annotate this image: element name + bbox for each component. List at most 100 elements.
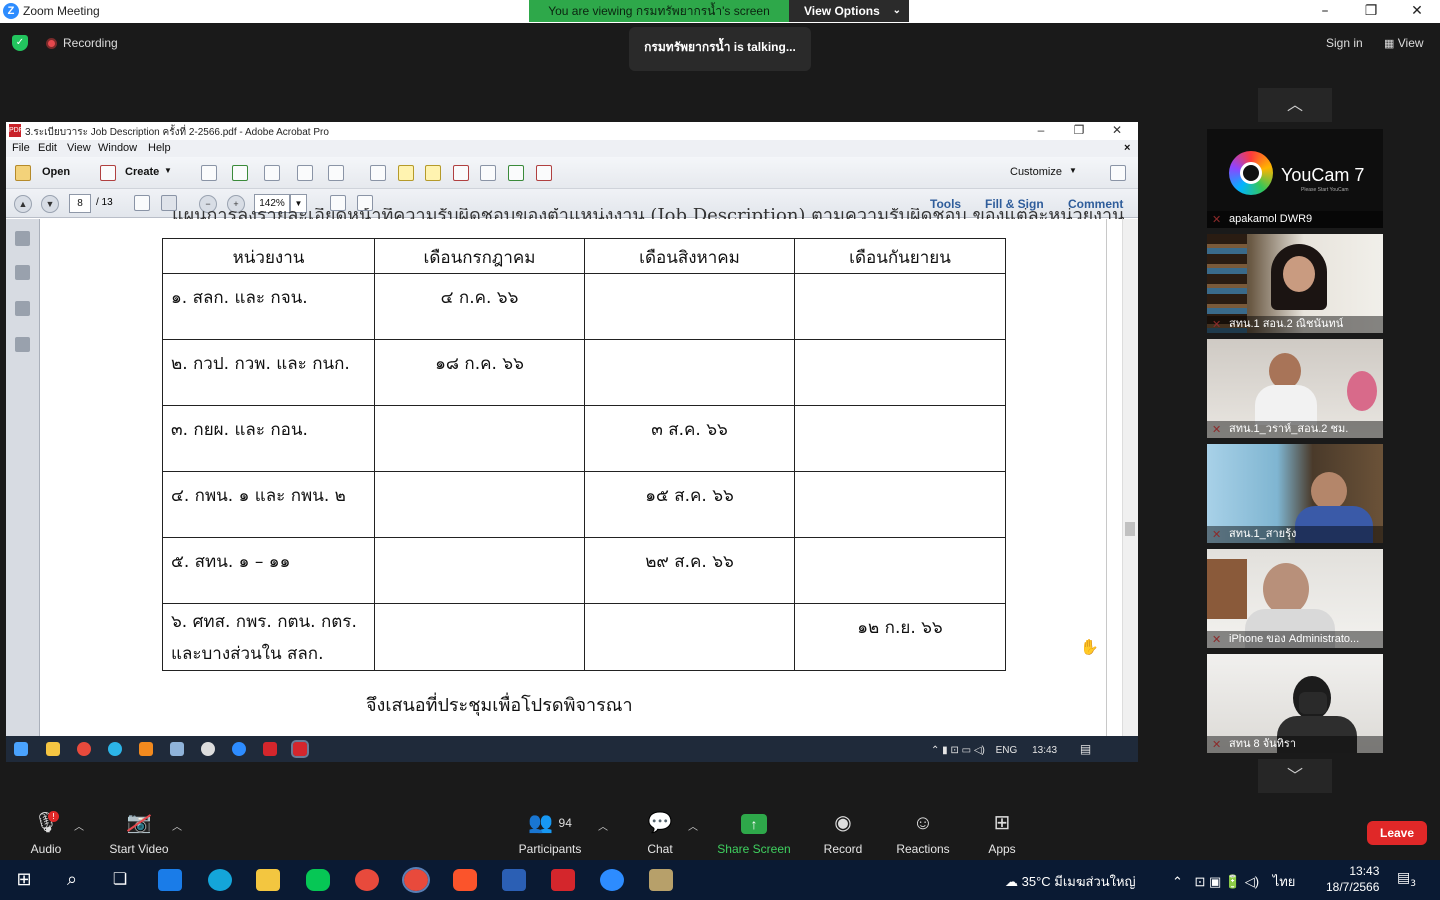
upload-cloud-icon[interactable] [232,165,248,181]
store-icon[interactable] [158,869,182,891]
app-icon[interactable] [170,742,184,756]
vlc-icon[interactable] [139,742,153,756]
gallery-scroll-down-button[interactable]: ﹀ [1258,759,1332,793]
tray-app-icons[interactable]: ⊡ ▣ 🔋 ◁) [1195,874,1260,889]
export-icon[interactable] [508,165,524,181]
acrobat-minimize-button[interactable]: – [1022,122,1060,140]
share-screen-button[interactable]: ↑ Share Screen [716,810,792,856]
save-icon[interactable] [201,165,217,181]
acrobat-icon[interactable] [551,869,575,891]
windows-start-icon[interactable]: ⊞ [12,869,36,891]
page-total: / 13 [96,197,113,208]
settings-gear-icon[interactable] [370,165,386,181]
next-page-icon[interactable]: ▼ [41,195,59,213]
acrobat-taskbar-icon[interactable] [263,742,277,756]
participant-tile[interactable]: ✕ สทน.1 สอน.2 ณิชนันทน์ [1207,234,1383,333]
video-options-chevron-icon[interactable]: ︿ [172,818,182,833]
brave-icon[interactable] [453,869,477,891]
taskbar-clock[interactable]: 13:43 18/7/2566 [1326,863,1379,895]
participant-tile[interactable]: YouCam 7 Please Start YouCam ✕ apakamol … [1207,129,1383,228]
recording-indicator[interactable]: Recording [63,36,118,50]
previous-page-icon[interactable]: ▲ [14,195,32,213]
sign-in-button[interactable]: Sign in [1326,36,1363,50]
page-number-input[interactable]: 8 [69,194,91,213]
create-chevron-icon[interactable]: ▼ [164,166,172,175]
menu-window[interactable]: Window [98,142,137,154]
edit-icon[interactable] [297,165,313,181]
chat-button[interactable]: 💬 Chat [640,810,680,856]
zoom-taskbar-icon[interactable] [232,742,246,756]
page-thumbnails-icon[interactable] [15,231,30,246]
create-button[interactable]: Create [125,166,159,178]
audio-options-chevron-icon[interactable]: ︿ [74,818,84,833]
file-explorer-icon[interactable] [256,869,280,891]
edge-icon[interactable] [208,869,232,891]
reactions-button[interactable]: ☺ Reactions [894,810,952,856]
scrollbar-thumb[interactable] [1125,522,1135,536]
customize-chevron-icon[interactable]: ▼ [1069,166,1077,175]
maximize-button[interactable]: ❐ [1348,0,1394,23]
view-layout-button[interactable]: ▦ View [1384,36,1424,50]
participant-tile[interactable]: ✕ สทน.1_วราห์_สอน.2 ชม. [1207,339,1383,438]
chrome-profile-icon[interactable] [402,867,430,893]
start-video-button[interactable]: 📷 Start Video [104,810,174,856]
menu-view[interactable]: View [67,142,91,154]
zoom-icon[interactable] [600,869,624,891]
leave-meeting-button[interactable]: Leave [1367,821,1427,845]
expand-icon[interactable] [1110,165,1126,181]
email-icon[interactable] [328,165,344,181]
task-view-icon[interactable]: ❏ [108,869,132,891]
table-row: ๒. กวป. กวพ. และ กนก. ๑๘ ก.ค. ๖๖ [162,339,1006,406]
tray-chevron-icon[interactable]: ⌃ [1172,874,1183,889]
file-explorer-icon[interactable] [46,742,60,756]
document-scrollbar[interactable] [1122,219,1138,739]
acrobat-restore-button[interactable]: ❐ [1060,122,1098,140]
menu-help[interactable]: Help [148,142,171,154]
minimize-button[interactable]: – [1302,0,1348,23]
chrome-icon[interactable] [77,742,91,756]
start-icon[interactable] [14,742,28,756]
participant-tile[interactable]: ✕ สทน.1_สายรุ้ง [1207,444,1383,543]
line-icon[interactable] [306,869,330,891]
signatures-icon[interactable] [15,337,30,352]
search-icon[interactable]: ⌕ [60,869,84,891]
participant-face [1283,256,1315,292]
close-document-icon[interactable]: × [1124,142,1130,154]
record-button[interactable]: ◉ Record [818,810,868,856]
weather-widget[interactable]: ☁ 35°C มีเมฆส่วนใหญ่ [1005,871,1136,892]
participant-tile[interactable]: ✕ สทน 8 จันทิรา [1207,654,1383,753]
participant-tile[interactable]: ✕ iPhone ของ Administrato... [1207,549,1383,648]
print-icon[interactable] [264,165,280,181]
highlight-icon[interactable] [425,165,441,181]
apps-button[interactable]: ⊞ Apps [982,810,1022,856]
app-icon-2[interactable] [201,742,215,756]
notifications-icon[interactable]: ▤3 [1397,870,1419,890]
extract-page-icon[interactable] [480,165,496,181]
gallery-scroll-up-button[interactable]: ︿ [1258,88,1332,122]
open-button[interactable]: Open [42,166,70,178]
word-icon[interactable] [502,869,526,891]
audio-button[interactable]: 🎙 Audio [20,810,72,856]
bookmarks-icon[interactable] [15,265,30,280]
encryption-shield-icon[interactable]: ✓ [12,35,28,51]
comment-bubble-icon[interactable] [398,165,414,181]
shared-system-tray: ⌃ ▮ ⊡ ▭ ◁) ENG 13:43 ▤ [931,742,1091,756]
attachments-icon[interactable] [15,301,30,316]
view-options-button[interactable]: View Options ⌄ [789,0,909,22]
delete-page-icon[interactable] [453,165,469,181]
input-language[interactable]: ไทย [1273,874,1296,889]
close-button[interactable]: ✕ [1394,0,1440,23]
chat-options-chevron-icon[interactable]: ︿ [688,818,698,833]
participants-button[interactable]: 👥 94 Participants [515,810,585,856]
edge-icon[interactable] [108,742,122,756]
participants-options-chevron-icon[interactable]: ︿ [598,818,608,833]
sign-document-icon[interactable] [536,165,552,181]
select-cursor-icon[interactable] [134,195,150,211]
menu-edit[interactable]: Edit [38,142,57,154]
acrobat-active-icon[interactable] [291,740,309,758]
customize-button[interactable]: Customize [1010,166,1062,178]
menu-file[interactable]: File [12,142,30,154]
acrobat-close-button[interactable]: ✕ [1098,122,1136,140]
chrome-icon[interactable] [355,869,379,891]
camera-app-icon[interactable] [649,869,673,891]
